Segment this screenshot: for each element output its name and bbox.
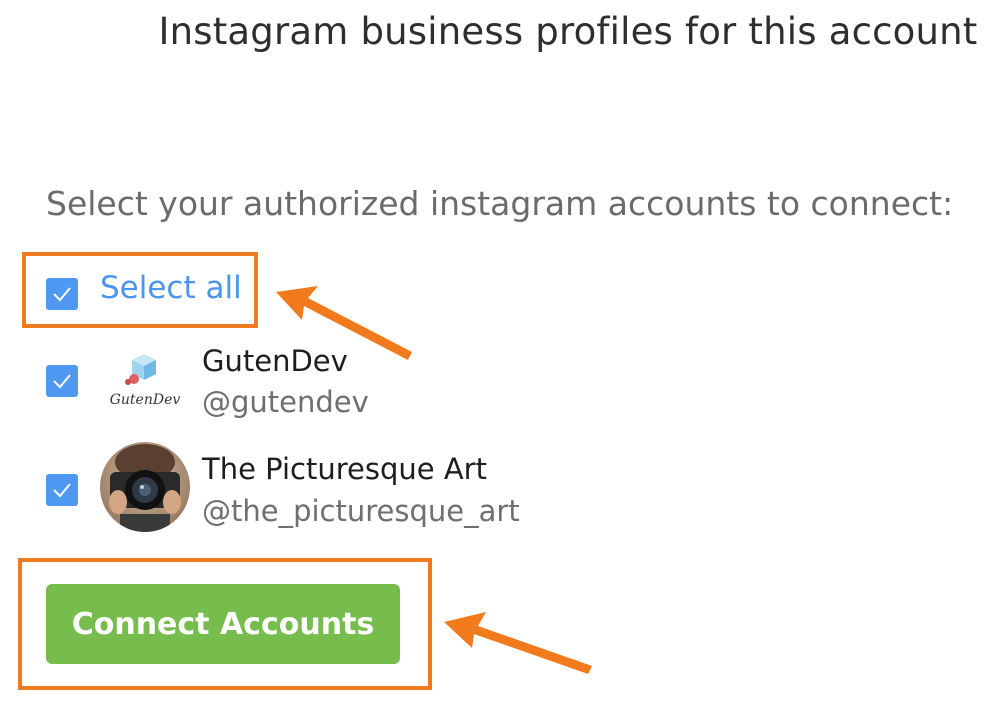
check-icon bbox=[53, 374, 71, 389]
account-checkbox[interactable] bbox=[46, 365, 78, 397]
svg-text:GutenDev: GutenDev bbox=[110, 392, 181, 408]
account-name: The Picturesque Art bbox=[202, 452, 487, 486]
camera-photo-icon bbox=[100, 442, 190, 532]
arrow-icon bbox=[444, 612, 592, 674]
select-all-checkbox[interactable] bbox=[46, 278, 78, 310]
check-icon bbox=[53, 287, 71, 302]
connect-accounts-button[interactable]: Connect Accounts bbox=[46, 584, 400, 664]
account-handle: @the_picturesque_art bbox=[202, 494, 520, 528]
page-title: Instagram business profiles for this acc… bbox=[158, 10, 978, 53]
account-handle: @gutendev bbox=[202, 385, 369, 419]
check-icon bbox=[53, 483, 71, 498]
gutendev-logo-icon: GutenDev bbox=[110, 354, 181, 408]
account-checkbox[interactable] bbox=[46, 474, 78, 506]
select-all-label[interactable]: Select all bbox=[100, 270, 242, 306]
avatar bbox=[100, 442, 190, 532]
arrow-icon bbox=[276, 286, 412, 360]
instruction-text: Select your authorized instagram account… bbox=[46, 184, 954, 223]
avatar: GutenDev bbox=[100, 346, 190, 436]
page: Instagram business profiles for this acc… bbox=[0, 0, 996, 724]
